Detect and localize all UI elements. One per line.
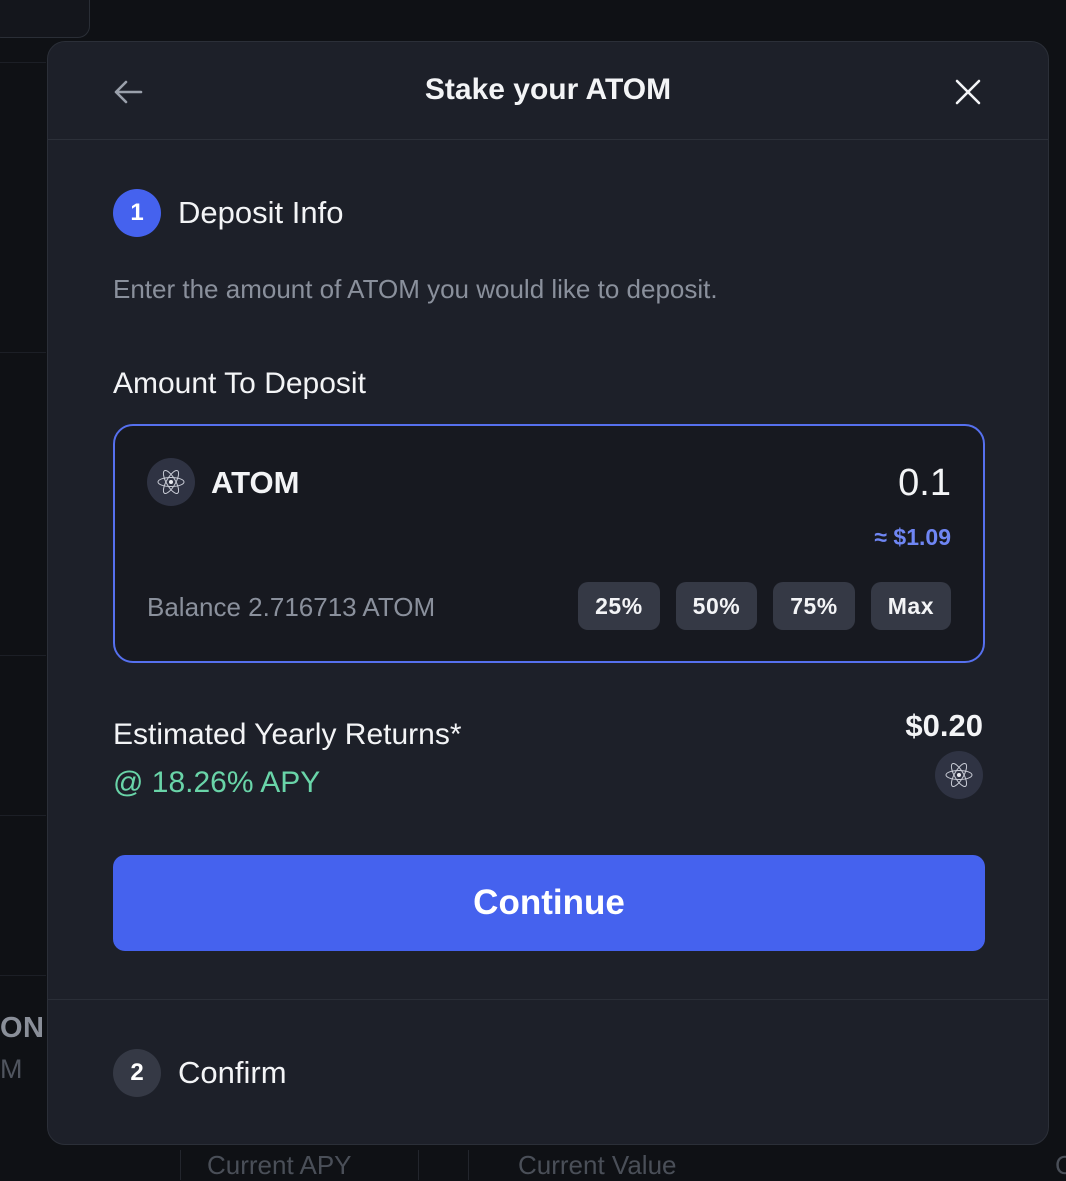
amount-input[interactable] — [651, 462, 951, 505]
background-text: M — [0, 1054, 23, 1085]
percent-25-button[interactable]: 25% — [578, 582, 660, 630]
background-divider — [0, 655, 46, 656]
cosmos-atom-icon — [147, 458, 195, 506]
step-label: Confirm — [178, 1055, 287, 1091]
section-divider — [48, 999, 1048, 1000]
background-divider — [0, 975, 46, 976]
continue-button[interactable]: Continue — [113, 855, 985, 951]
step-number-badge: 1 — [113, 189, 161, 237]
step-number-badge: 2 — [113, 1049, 161, 1097]
estimated-returns-value: $0.20 — [905, 708, 983, 744]
amount-input-card: ATOM ≈ $1.09 Balance 2.716713 ATOM 25% 5… — [113, 424, 985, 663]
percent-50-button[interactable]: 50% — [676, 582, 758, 630]
background-divider — [180, 1150, 181, 1180]
step-confirm: 2 Confirm — [113, 1049, 287, 1097]
background-footer-label: Current Value — [518, 1150, 677, 1181]
background-divider — [468, 1150, 469, 1180]
background-card — [0, 0, 90, 38]
balance-text: Balance 2.716713 ATOM — [147, 592, 435, 623]
background-footer-label: C — [1055, 1150, 1066, 1181]
max-button[interactable]: Max — [871, 582, 951, 630]
estimated-returns-label: Estimated Yearly Returns* — [113, 718, 462, 752]
step-deposit-info: 1 Deposit Info — [113, 189, 343, 237]
modal-header: Stake your ATOM — [48, 42, 1048, 140]
stake-modal: Stake your ATOM 1 Deposit Info Enter the… — [47, 41, 1049, 1145]
amount-label: Amount To Deposit — [113, 367, 366, 401]
background-text: ON — [0, 1012, 45, 1045]
percent-button-group: 25% 50% 75% Max — [578, 582, 951, 630]
background-divider — [0, 815, 46, 816]
usd-estimate: ≈ $1.09 — [874, 524, 951, 551]
modal-title: Stake your ATOM — [48, 73, 1048, 107]
background-divider — [418, 1150, 419, 1180]
apy-text: @ 18.26% APY — [113, 766, 320, 800]
close-button[interactable] — [950, 74, 986, 110]
close-icon — [955, 79, 981, 105]
step-label: Deposit Info — [178, 195, 343, 231]
cosmos-atom-icon — [935, 751, 983, 799]
background-footer-label: Current APY — [207, 1150, 352, 1181]
token-symbol: ATOM — [211, 465, 299, 501]
background-divider — [0, 352, 46, 353]
deposit-description: Enter the amount of ATOM you would like … — [113, 274, 718, 305]
percent-75-button[interactable]: 75% — [773, 582, 855, 630]
background-divider — [0, 62, 46, 63]
